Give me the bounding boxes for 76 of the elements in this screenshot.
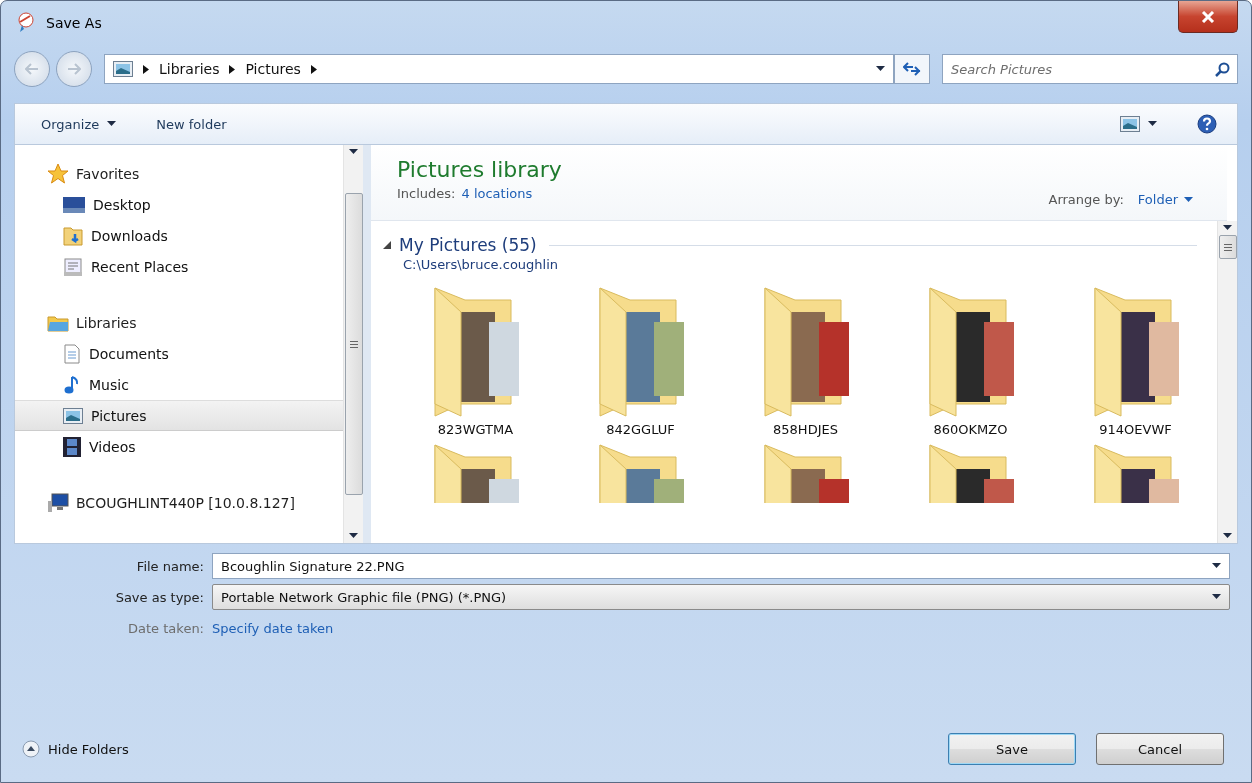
nav-group-label[interactable]: Favorites [76, 166, 140, 182]
scroll-up-icon [349, 149, 358, 155]
close-button[interactable] [1178, 1, 1238, 33]
date-taken-label: Date taken: [127, 620, 205, 636]
refresh-button[interactable] [894, 54, 930, 84]
collapse-triangle-icon[interactable] [383, 241, 391, 249]
includes-label: Includes: [397, 186, 456, 201]
chevron-right-icon [143, 64, 149, 74]
caret-icon [1148, 121, 1157, 127]
nav-item[interactable]: Videos [15, 431, 343, 462]
scroll-down-icon [349, 533, 358, 539]
save-type-label: Save as type: [114, 589, 205, 605]
folder-item[interactable]: 842GGLUF [558, 286, 723, 437]
date-taken-link[interactable]: Specify date taken [212, 620, 334, 636]
search-icon [1215, 62, 1230, 77]
close-icon [1201, 10, 1215, 23]
nav-item[interactable]: Downloads [15, 220, 343, 251]
grip-icon [349, 340, 358, 348]
chevron-right-icon [229, 64, 236, 74]
folder-item[interactable]: 860OKMZO [888, 286, 1053, 437]
folder-item[interactable]: 914OEVWF [1053, 286, 1217, 437]
document-icon [63, 343, 81, 364]
refresh-icon [903, 62, 921, 76]
file-name-field[interactable]: Bcoughlin Signature 22.PNG [212, 553, 1230, 579]
star-icon [47, 163, 69, 185]
nav-item[interactable]: Desktop [15, 189, 343, 220]
file-name-label: File name: [135, 558, 205, 574]
folder-icon [63, 225, 83, 246]
dropdown-caret-icon [876, 66, 885, 72]
nav-item[interactable]: Pictures [15, 400, 343, 431]
help-icon [1197, 114, 1217, 134]
search-field[interactable]: Search Pictures [942, 54, 1238, 84]
scrollbar[interactable] [343, 145, 363, 543]
breadcrumb-item[interactable]: Libraries [159, 61, 220, 77]
hide-folders-button[interactable]: Hide Folders [22, 740, 129, 758]
view-icon [1120, 116, 1140, 132]
arrange-label: Arrange by: [1048, 192, 1124, 207]
scroll-down-icon [1223, 533, 1232, 539]
locations-link[interactable]: 4 locations [461, 186, 533, 201]
arrange-dropdown[interactable]: Folder [1137, 192, 1193, 207]
window-title: Save As [46, 15, 102, 31]
breadcrumb-item[interactable]: Pictures [245, 61, 301, 77]
nav-group-label[interactable]: Libraries [76, 315, 137, 331]
new-folder-button[interactable]: New folder [150, 112, 233, 136]
chevron-right-icon [310, 64, 317, 74]
desktop-icon [63, 196, 85, 213]
arrow-left-icon [25, 63, 39, 75]
pictures-icon [113, 61, 133, 77]
folder-path: C:\Users\bruce.coughlin [403, 257, 560, 272]
film-icon [63, 436, 81, 457]
nav-group-label[interactable]: BCOUGHLINT440P [10.0.8.127] [76, 495, 295, 511]
caret-icon [107, 121, 117, 127]
grip-icon [1223, 243, 1232, 251]
pictures-icon [63, 407, 83, 424]
scroll-up-icon [1223, 225, 1232, 231]
folder-item[interactable]: 858HDJES [723, 286, 888, 437]
group-title[interactable]: My Pictures (55) [399, 235, 537, 255]
save-button[interactable]: Save [948, 733, 1076, 765]
library-title: Pictures library [397, 157, 562, 182]
caret-icon [1184, 196, 1193, 203]
nav-item[interactable]: Recent Places [15, 251, 343, 282]
save-type-dropdown[interactable]: Portable Network Graphic file (PNG) (*.PNG) [212, 584, 1230, 610]
music-note-icon [63, 374, 81, 395]
scrollbar[interactable] [1217, 221, 1237, 543]
address-bar[interactable]: Libraries Pictures [104, 54, 894, 84]
nav-item[interactable]: Documents [15, 338, 343, 369]
folder-item[interactable]: 823WGTMA [393, 286, 558, 437]
arrow-right-icon [67, 63, 81, 75]
organize-menu[interactable]: Organize [35, 112, 123, 136]
recent-places-icon [63, 256, 83, 277]
folder-icon [47, 314, 69, 332]
computer-icon [47, 493, 69, 513]
nav-item[interactable]: Music [15, 369, 343, 400]
dropdown-caret-icon [1212, 563, 1221, 569]
dropdown-caret-icon [1212, 594, 1221, 600]
cancel-button[interactable]: Cancel [1096, 733, 1224, 765]
